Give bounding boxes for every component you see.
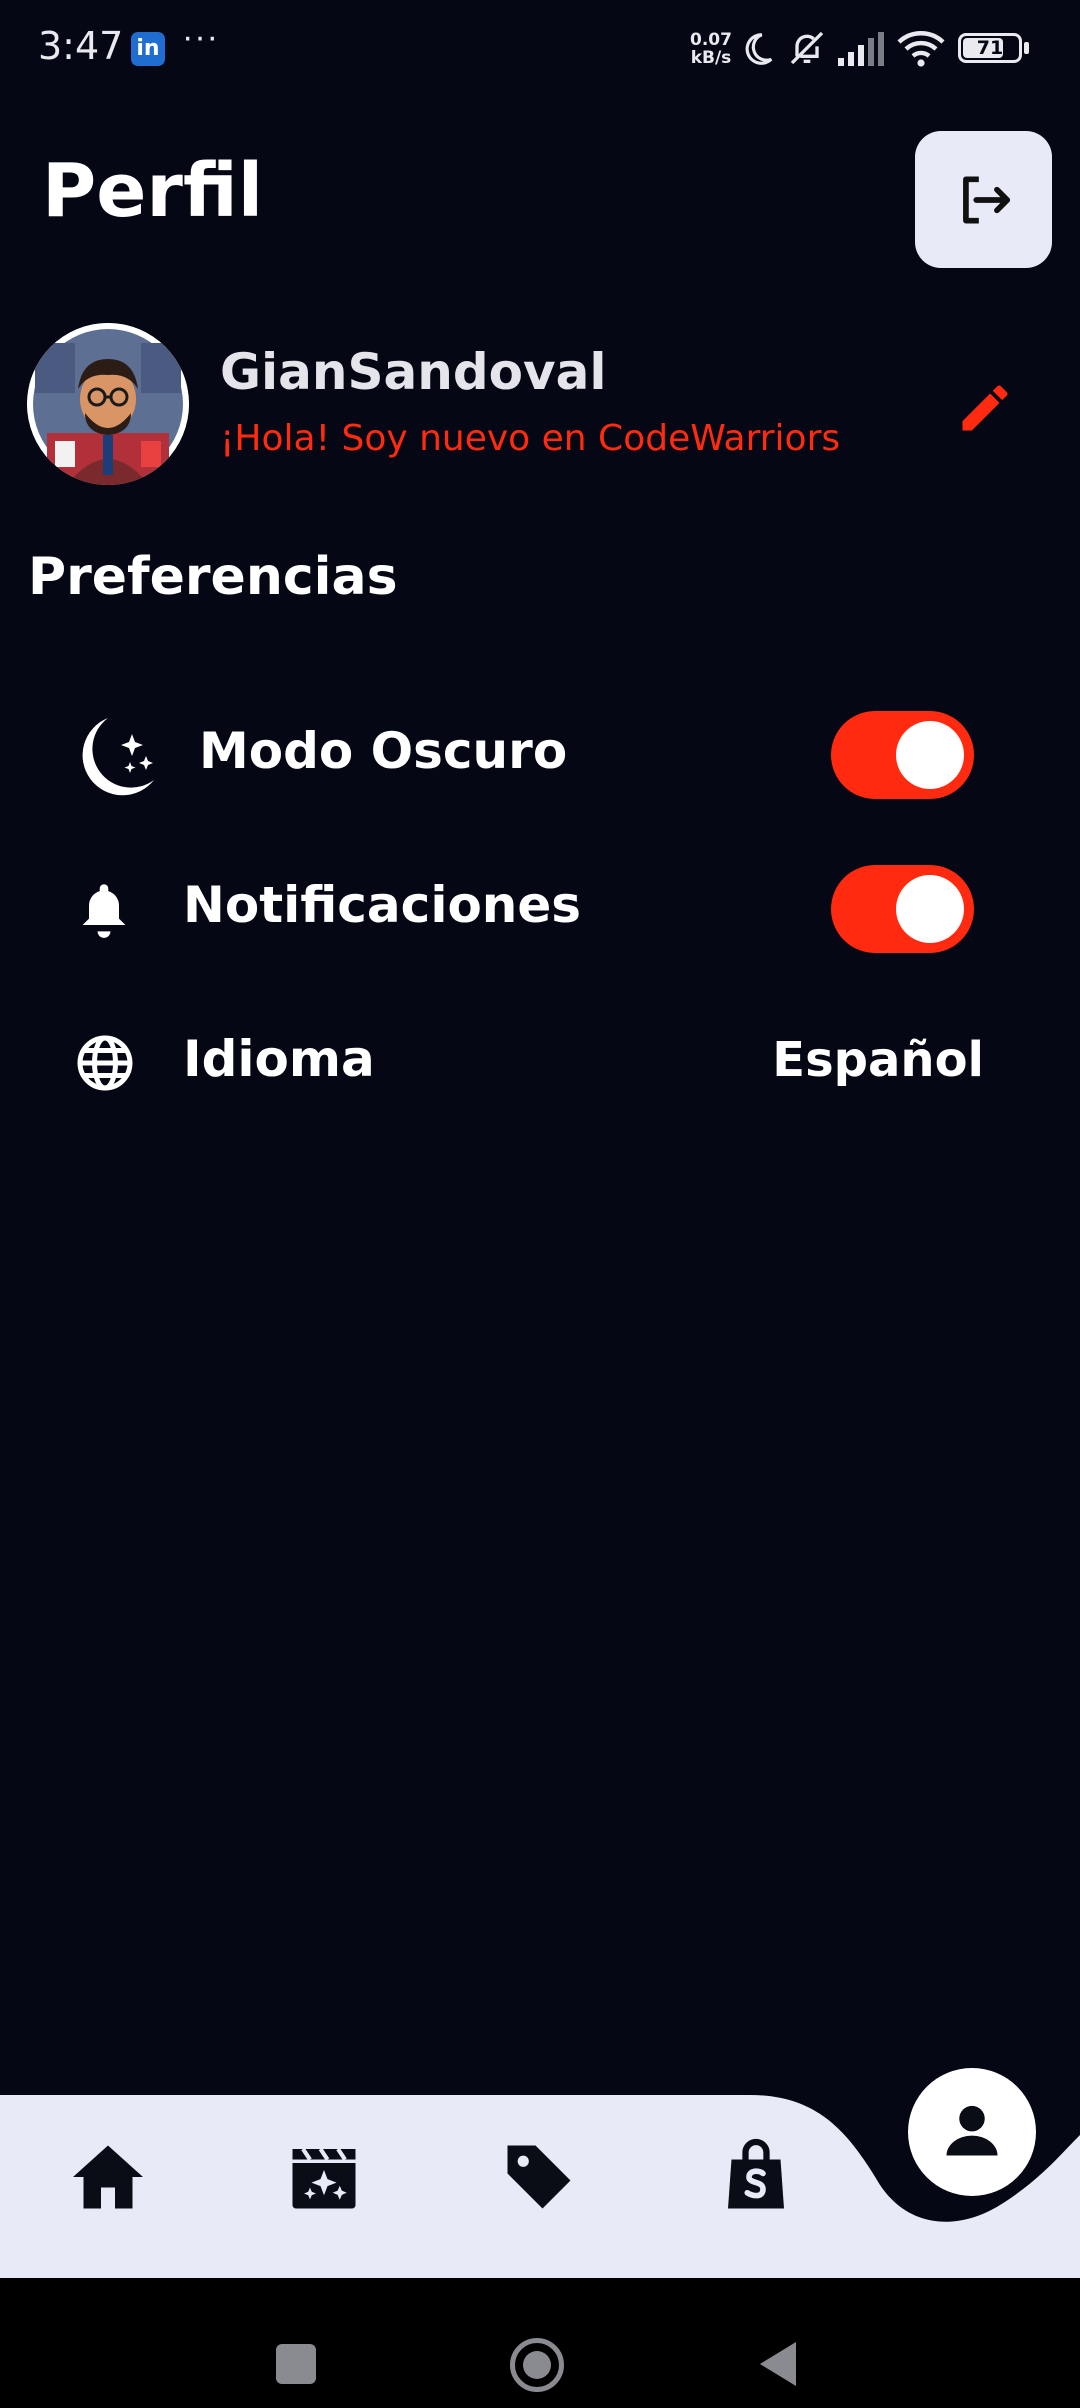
nav-offers[interactable] xyxy=(497,2135,581,2219)
battery-level: 71 xyxy=(976,37,1004,59)
shopping-bag-icon xyxy=(728,2138,784,2209)
toggle-knob xyxy=(896,875,964,943)
edit-profile-button[interactable] xyxy=(955,378,1015,438)
wifi-icon xyxy=(897,31,945,67)
home-system-button[interactable] xyxy=(510,2338,564,2392)
clapperboard-sparkles-icon xyxy=(292,2147,356,2209)
nav-profile[interactable] xyxy=(908,2068,1036,2196)
nav-home[interactable] xyxy=(66,2135,150,2219)
logout-button[interactable] xyxy=(915,131,1052,268)
preferences-title: Preferencias xyxy=(28,547,398,607)
dark-mode-label: Modo Oscuro xyxy=(199,722,568,780)
dark-mode-toggle[interactable] xyxy=(831,711,974,799)
page-title: Perfil xyxy=(42,148,264,234)
signal-icon xyxy=(838,32,884,66)
status-time: 3:47 xyxy=(38,24,124,68)
language-value[interactable]: Español xyxy=(772,1032,984,1088)
home-icon xyxy=(73,2145,143,2209)
bell-icon xyxy=(78,880,130,940)
network-speed-unit: kB/s xyxy=(690,48,732,68)
language-label: Idioma xyxy=(183,1030,375,1088)
network-speed-value: 0.07 xyxy=(690,30,732,50)
globe-icon xyxy=(75,1033,135,1093)
system-navigation-bar xyxy=(0,2278,1080,2408)
nav-shop[interactable] xyxy=(714,2135,798,2219)
avatar-illustration xyxy=(27,323,189,485)
battery-tip xyxy=(1024,42,1029,54)
username: GianSandoval xyxy=(220,343,607,401)
user-icon xyxy=(946,2105,998,2156)
nav-movies[interactable] xyxy=(282,2135,366,2219)
avatar[interactable] xyxy=(27,323,189,485)
profile-bio: ¡Hola! Soy nuevo en CodeWarriors xyxy=(220,418,841,459)
moon-stars-icon xyxy=(66,712,160,802)
linkedin-icon: in xyxy=(131,32,165,66)
muted-bell-icon xyxy=(790,31,824,65)
recents-button[interactable] xyxy=(276,2344,316,2384)
logout-icon xyxy=(963,176,1011,224)
notifications-label: Notificaciones xyxy=(183,876,582,934)
back-button[interactable] xyxy=(756,2340,798,2388)
status-bar: 3:47 in ··· 0.07 kB/s 71 xyxy=(0,0,1080,100)
battery-icon: 71 xyxy=(958,33,1022,63)
more-notifications-icon: ··· xyxy=(182,18,219,56)
toggle-knob xyxy=(896,721,964,789)
pencil-icon xyxy=(962,385,1008,431)
tag-icon xyxy=(507,2145,571,2209)
notifications-toggle[interactable] xyxy=(831,865,974,953)
do-not-disturb-moon-icon xyxy=(745,33,773,65)
network-speed: 0.07 kB/s xyxy=(686,31,736,67)
